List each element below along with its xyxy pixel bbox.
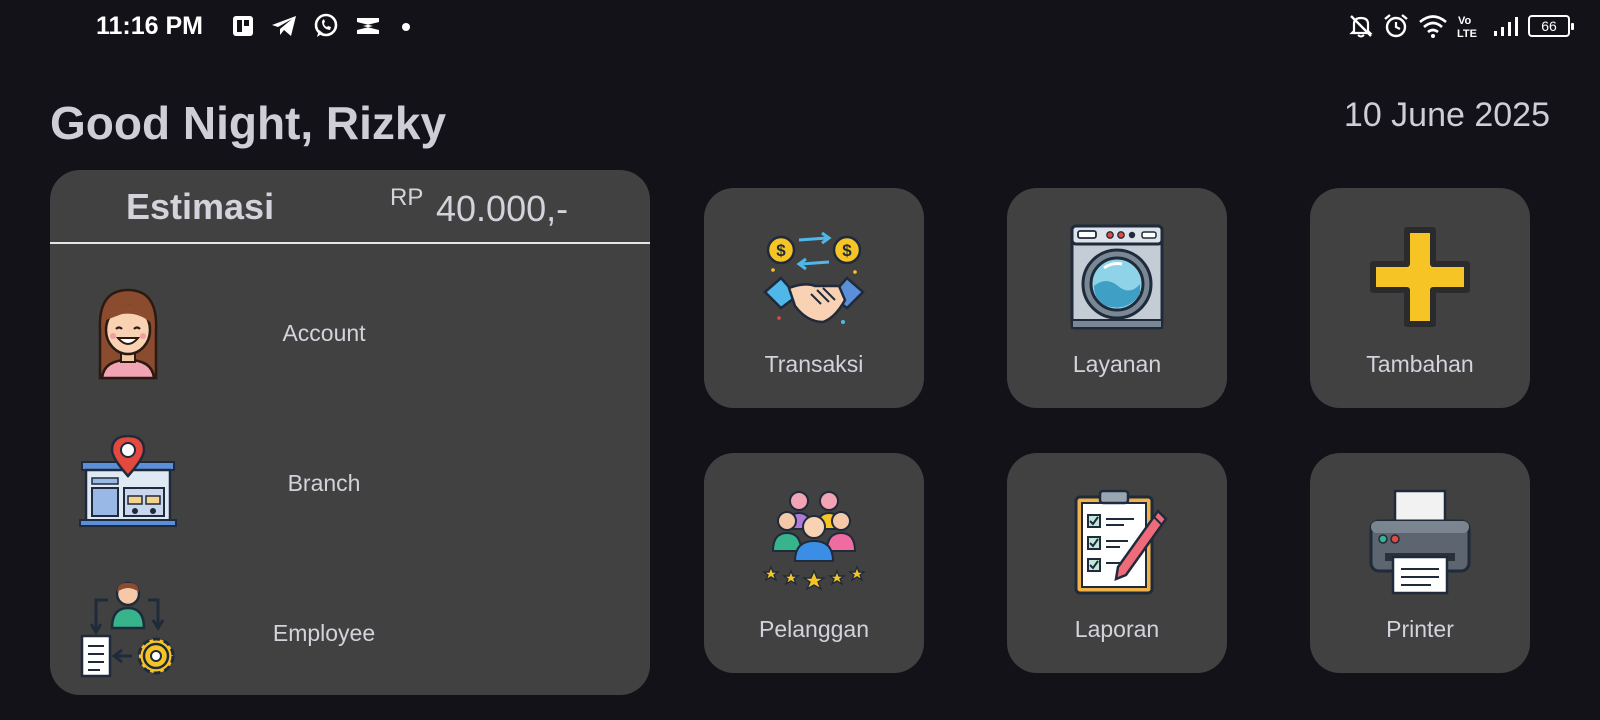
estimate-card: Estimasi RP 40.000,- Account Branch Empl…	[50, 170, 650, 695]
currency-label: RP	[390, 184, 424, 211]
status-left-icons	[230, 12, 416, 40]
tile-label: Layanan	[1072, 351, 1162, 377]
handshake-money-icon: $ $	[763, 231, 865, 324]
estimate-label: Estimasi	[126, 186, 275, 227]
tile-laporan[interactable]: Laporan	[1007, 453, 1227, 673]
tile-printer[interactable]: Printer	[1310, 453, 1530, 673]
battery-icon: 66	[1528, 15, 1574, 37]
tile-layanan[interactable]: Layanan	[1007, 188, 1227, 408]
volte-icon: Vo LTE	[1457, 15, 1477, 40]
status-time: 11:16 PM	[96, 12, 204, 40]
printer-icon	[1369, 489, 1471, 595]
tile-label: Tambahan	[1366, 351, 1474, 377]
customers-group-icon	[761, 491, 867, 591]
capcut-icon	[357, 18, 379, 34]
tile-label: Transaksi	[764, 351, 864, 377]
estimate-header: Estimasi RP 40.000,-	[50, 170, 650, 244]
report-clipboard-icon	[1074, 489, 1168, 595]
menu-item-label: Employee	[272, 620, 376, 646]
svg-text:$: $	[776, 241, 786, 260]
tile-label: Laporan	[1074, 616, 1160, 642]
alarm-icon	[1384, 14, 1408, 38]
wifi-icon	[1419, 15, 1447, 38]
washing-machine-icon	[1070, 224, 1164, 330]
notification-app-icon	[233, 16, 253, 36]
menu-item-account[interactable]: Account	[50, 282, 650, 392]
svg-text:LTE: LTE	[1457, 28, 1477, 40]
estimate-amount: 40.000,-	[436, 188, 569, 229]
svg-text:Vo: Vo	[1458, 15, 1472, 27]
dot-icon	[402, 23, 410, 31]
employee-management-icon	[80, 581, 175, 678]
menu-item-label: Account	[282, 320, 366, 346]
tile-label: Printer	[1386, 616, 1454, 642]
date-text: 10 June 2025	[1343, 96, 1550, 134]
menu-item-branch[interactable]: Branch	[50, 432, 650, 542]
bell-off-icon	[1349, 15, 1373, 38]
signal-icon	[1494, 17, 1518, 36]
greeting-text: Good Night, Rizky	[50, 97, 447, 149]
telegram-icon	[272, 16, 296, 36]
menu-item-label: Branch	[287, 470, 361, 496]
tile-label: Pelanggan	[759, 616, 869, 642]
account-avatar-icon	[98, 288, 158, 380]
branch-store-icon	[79, 434, 177, 527]
menu-item-employee[interactable]: Employee	[50, 580, 650, 690]
tile-transaksi[interactable]: $ $ Transaksi	[704, 188, 924, 408]
status-bar: 11:16 PM Vo LTE 66	[0, 0, 1600, 60]
whatsapp-icon	[314, 13, 338, 37]
tile-pelanggan[interactable]: Pelanggan	[704, 453, 924, 673]
status-right-icons: Vo LTE 66	[1348, 12, 1574, 40]
plus-icon	[1370, 227, 1470, 327]
svg-text:$: $	[842, 241, 852, 260]
tile-tambahan[interactable]: Tambahan	[1310, 188, 1530, 408]
